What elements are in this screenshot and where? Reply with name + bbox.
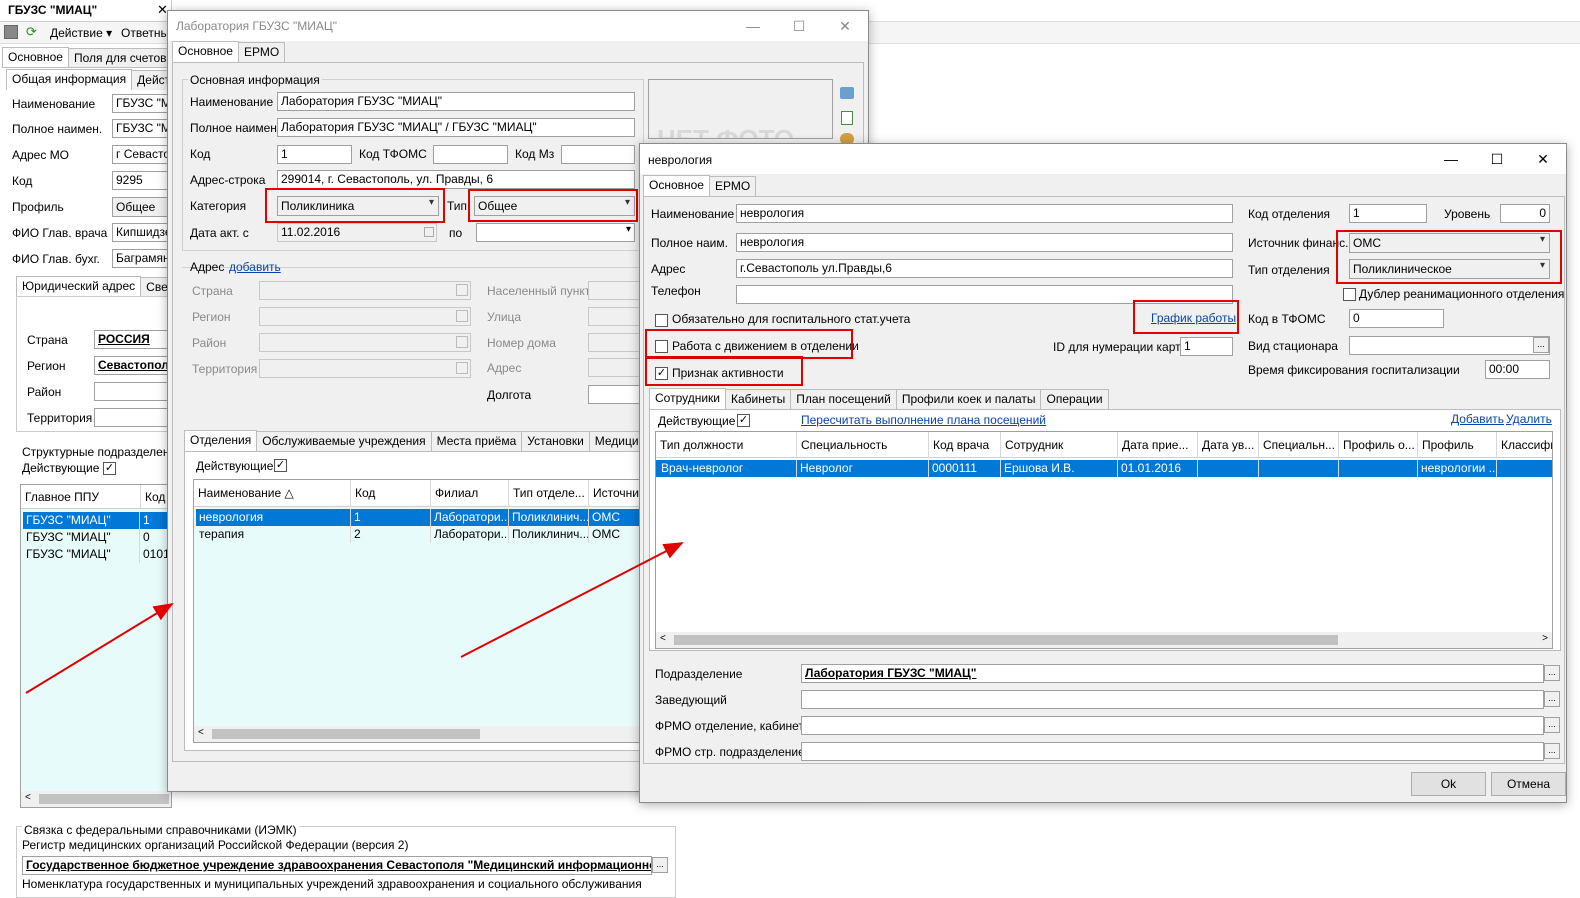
arrow-to-department-window bbox=[460, 542, 684, 658]
annotation-arrows bbox=[25, 542, 684, 694]
arrow-to-departments bbox=[25, 602, 174, 694]
